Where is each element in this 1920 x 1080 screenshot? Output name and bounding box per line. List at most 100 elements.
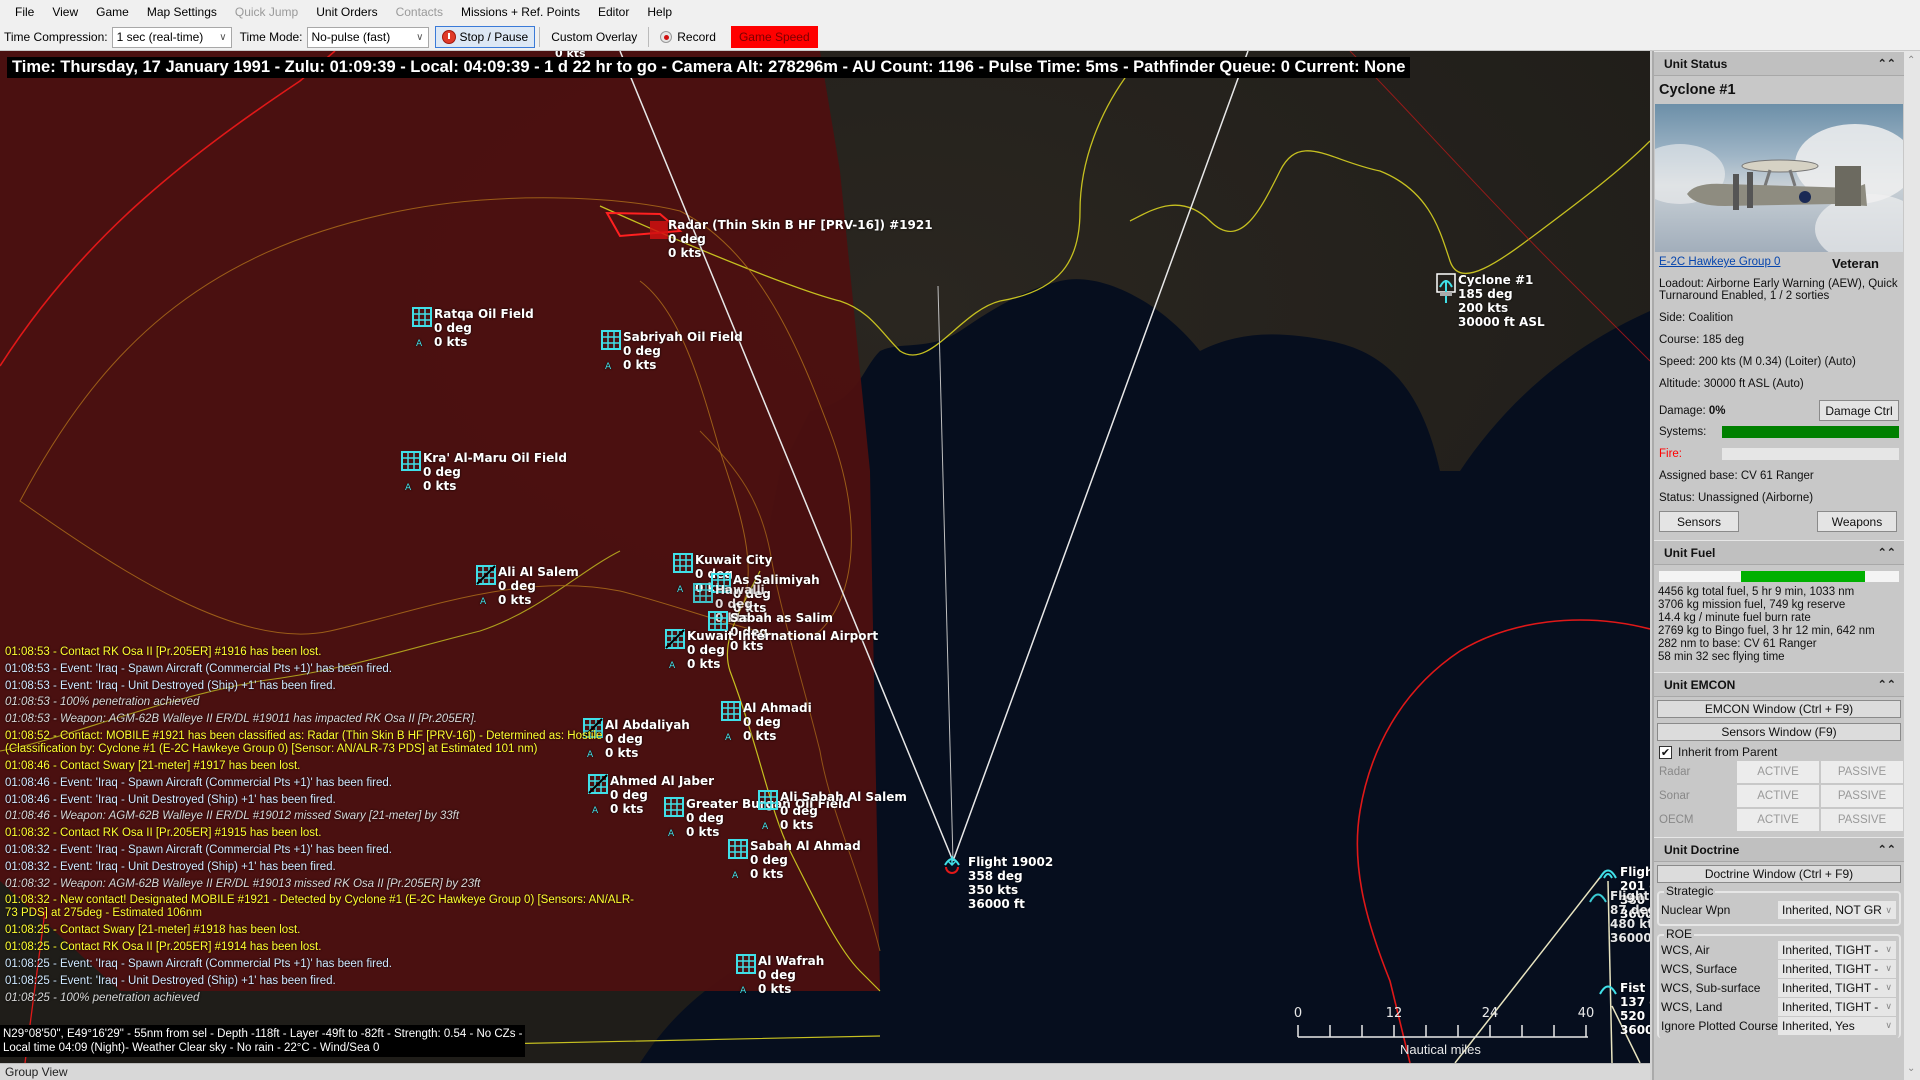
emcon-passive-button[interactable]: PASSIVE (1821, 809, 1903, 831)
time-compression-select[interactable]: 1 sec (real-time) ∨ (112, 27, 232, 48)
cursor-info-box: N29°08'50", E49°16'29" - 55nm from sel -… (0, 1025, 525, 1057)
unit-radar-1921[interactable]: Radar (Thin Skin B HF [PRV-16]) #1921 0 … (668, 218, 933, 260)
sensors-window-button[interactable]: Sensors Window (F9) (1657, 723, 1901, 741)
chevron-down-icon: ∨ (1885, 905, 1892, 916)
speed-text[interactable]: Speed: 200 kts (M 0.34) (Loiter) (Auto) (1654, 356, 1904, 368)
inherit-from-parent-row: ✔ Inherit from Parent (1654, 741, 1904, 759)
unit-class-link[interactable]: E-2C Hawkeye Group 0 (1659, 256, 1780, 272)
scroll-up-icon[interactable]: ⌃ (1907, 55, 1915, 66)
unit-al-ahmadi[interactable]: A Al Ahmadi 0 deg 0 kts (743, 701, 812, 743)
status-line: Time: Thursday, 17 January 1991 - Zulu: … (7, 57, 1410, 78)
unit-emcon-header[interactable]: Unit EMCON ⌃⌃ (1654, 672, 1904, 697)
record-button[interactable]: Record (653, 26, 723, 48)
sensors-button[interactable]: Sensors (1659, 511, 1739, 532)
menu-file[interactable]: File (6, 5, 43, 19)
unit-ali-sabah-al-salem[interactable]: A Ali Sabah Al Salem 0 deg 0 kts (780, 790, 907, 832)
emcon-active-button[interactable]: ACTIVE (1737, 809, 1819, 831)
roe-select[interactable]: Inherited, TIGHT -∨ (1778, 960, 1896, 978)
nuclear-select[interactable]: Inherited, NOT GR∨ (1778, 901, 1896, 919)
unit-speed: 0 kts (780, 818, 907, 832)
menu-unit-orders[interactable]: Unit Orders (307, 5, 386, 19)
emcon-window-button[interactable]: EMCON Window (Ctrl + F9) (1657, 700, 1901, 718)
time-compression-value: 1 sec (real-time) (117, 30, 204, 44)
stop-pause-button[interactable]: Stop / Pause (435, 26, 536, 48)
collapse-icon[interactable]: ⌃⌃ (1878, 678, 1896, 691)
menu-view[interactable]: View (43, 5, 87, 19)
roe-select[interactable]: Inherited, Yes∨ (1778, 1017, 1896, 1035)
fuel-detail-line: 282 nm to base: CV 61 Ranger (1658, 638, 1900, 651)
stop-pause-label: Stop / Pause (460, 30, 529, 44)
time-mode-select[interactable]: No-pulse (fast) ∨ (307, 27, 429, 48)
collapse-icon[interactable]: ⌃⌃ (1878, 843, 1896, 856)
panel-scrollbar[interactable]: ⌃ ⌄ (1904, 51, 1920, 1080)
menu-map-settings[interactable]: Map Settings (138, 5, 226, 19)
unit-al-wafrah[interactable]: A Al Wafrah 0 deg 0 kts (758, 954, 824, 996)
game-speed-button[interactable]: Game Speed (731, 26, 818, 48)
custom-overlay-label: Custom Overlay (551, 30, 637, 44)
unit-course: 0 deg (423, 465, 567, 479)
unit-speed: 0 kts (423, 479, 567, 493)
log-message: 01:08:53 - Contact RK Osa II [Pr.205ER] … (5, 644, 645, 661)
nuclear-label: Nuclear Wpn (1661, 903, 1730, 917)
emcon-active-button[interactable]: ACTIVE (1737, 785, 1819, 807)
roe-select[interactable]: Inherited, TIGHT - ∨ (1778, 998, 1896, 1016)
unit-speed: 0 kts (498, 593, 579, 607)
unit-speed: 520 k (1620, 1009, 1650, 1023)
aircraft-icon (1588, 889, 1608, 903)
unit-altitude: 30000 ft ASL (1458, 315, 1545, 329)
emcon-passive-button[interactable]: PASSIVE (1821, 761, 1903, 783)
aircraft-icon (1598, 981, 1618, 995)
roe-select[interactable]: Inherited, TIGHT -∨ (1778, 979, 1896, 997)
unit-flight-19002[interactable]: Flight 19002 358 deg 350 kts 36000 ft (968, 855, 1053, 911)
roe-select[interactable]: Inherited, TIGHT -∨ (1778, 941, 1896, 959)
inherit-checkbox[interactable]: ✔ (1659, 746, 1672, 759)
scroll-down-icon[interactable]: ⌄ (1907, 1063, 1915, 1074)
systems-row: Systems: (1654, 426, 1904, 438)
unit-speed: 0 kts (434, 335, 534, 349)
unit-name: Ali Al Salem (498, 565, 579, 579)
selected-unit-name: Cyclone #1 (1654, 76, 1904, 102)
unit-sabriyah-oil-field[interactable]: A Sabriyah Oil Field 0 deg 0 kts (623, 330, 743, 372)
side-marker: A (732, 869, 738, 883)
group-view-bar[interactable]: Group View (0, 1063, 1650, 1080)
unit-ali-al-salem[interactable]: A Ali Al Salem 0 deg 0 kts (498, 565, 579, 607)
menu-contacts[interactable]: Contacts (387, 5, 452, 19)
chevron-down-icon: ∨ (1885, 1001, 1892, 1012)
unit-flight-b[interactable]: Flight 87 deg 480 kts 36000 (1610, 889, 1650, 945)
unit-status-header[interactable]: Unit Status ⌃⌃ (1654, 51, 1904, 76)
log-message: 01:08:46 - Weapon: AGM-62B Walleye II ER… (5, 808, 645, 825)
emcon-active-button[interactable]: ACTIVE (1737, 761, 1819, 783)
menu-game[interactable]: Game (87, 5, 138, 19)
unit-doctrine-header[interactable]: Unit Doctrine ⌃⌃ (1654, 837, 1904, 862)
collapse-icon[interactable]: ⌃⌃ (1878, 57, 1896, 70)
unit-course: 0 deg (750, 853, 861, 867)
damage-ctrl-button[interactable]: Damage Ctrl (1819, 400, 1899, 421)
tactical-map[interactable]: Time: Thursday, 17 January 1991 - Zulu: … (0, 51, 1650, 1063)
unit-ratqa-oil-field[interactable]: A Ratqa Oil Field 0 deg 0 kts (434, 307, 534, 349)
unit-sabah-al-ahmad[interactable]: A Sabah Al Ahmad 0 deg 0 kts (750, 839, 861, 881)
roe-value: Inherited, TIGHT - (1782, 1000, 1878, 1014)
weapons-button[interactable]: Weapons (1817, 511, 1897, 532)
unit-speed: 200 kts (1458, 301, 1545, 315)
unit-kra-al-maru-oil-field[interactable]: A Kra' Al-Maru Oil Field 0 deg 0 kts (423, 451, 567, 493)
damage-label: Damage: 0% (1659, 405, 1726, 417)
doctrine-window-button[interactable]: Doctrine Window (Ctrl + F9) (1657, 865, 1901, 883)
roe-value: Inherited, Yes (1782, 1019, 1855, 1033)
fuel-bar-fill (1741, 571, 1866, 582)
emcon-passive-button[interactable]: PASSIVE (1821, 785, 1903, 807)
aircraft-icon (942, 853, 962, 877)
unit-cyclone-1[interactable]: Cyclone #1 185 deg 200 kts 30000 ft ASL (1458, 273, 1545, 329)
custom-overlay-button[interactable]: Custom Overlay (544, 26, 644, 48)
menu-editor[interactable]: Editor (589, 5, 638, 19)
aircraft-icon (1598, 865, 1618, 879)
facility-grid-icon (758, 790, 778, 810)
emcon-row-label: Sonar (1657, 785, 1735, 807)
menu-missions-ref-points[interactable]: Missions + Ref. Points (452, 5, 589, 19)
altitude-text[interactable]: Altitude: 30000 ft ASL (Auto) (1654, 378, 1904, 390)
unit-kuwait-international-airport[interactable]: A Kuwait International Airport 0 deg 0 k… (687, 629, 878, 671)
collapse-icon[interactable]: ⌃⌃ (1878, 546, 1896, 559)
unit-fist[interactable]: Fist # 137 d 520 k 3600 (1620, 981, 1650, 1037)
unit-fuel-header[interactable]: Unit Fuel ⌃⌃ (1654, 540, 1904, 565)
menu-quick-jump[interactable]: Quick Jump (226, 5, 307, 19)
menu-help[interactable]: Help (638, 5, 681, 19)
